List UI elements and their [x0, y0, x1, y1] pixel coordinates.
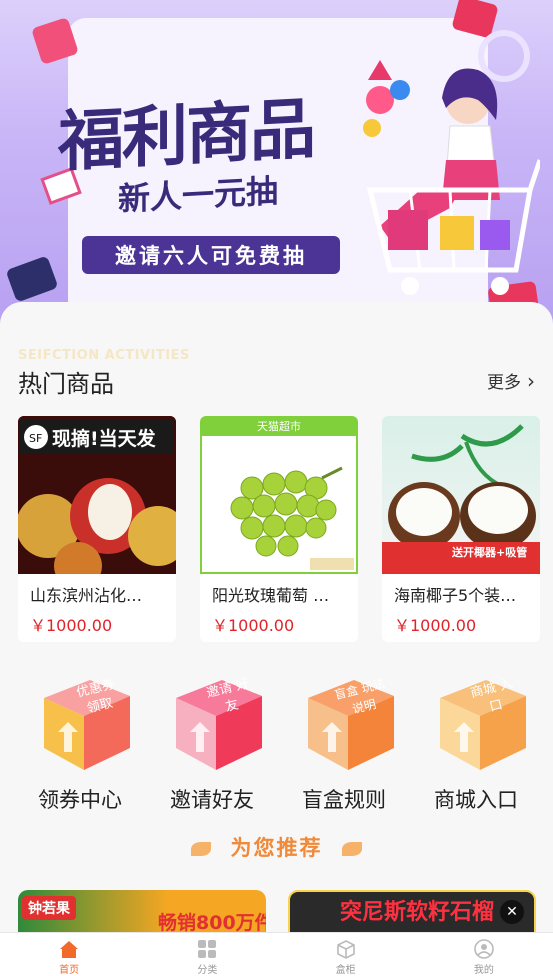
- product-price: ￥1000.00: [394, 616, 477, 635]
- product-card[interactable]: 天猫超市 阳光玫瑰葡萄 … ￥1000.00: [200, 416, 358, 642]
- product-image-caption: 送开椰器+吸管: [452, 546, 528, 559]
- product-name: 阳光玫瑰葡萄 …: [212, 586, 330, 605]
- product-image-caption: 天猫超市: [202, 418, 356, 436]
- leaf-icon: [341, 842, 362, 856]
- bottom-tab-bar: 首页 分类 盒柜 我的: [0, 932, 553, 976]
- user-icon: [474, 939, 494, 959]
- close-icon[interactable]: ✕: [500, 900, 524, 924]
- invite-banner-button[interactable]: 邀请六人可免费抽: [82, 236, 340, 274]
- promo-text: 突尼斯软籽石榴: [340, 900, 495, 925]
- palette-icon: [5, 255, 59, 303]
- hero-banner[interactable]: 福利商品 新人一元抽 邀请六人可免费抽: [0, 0, 553, 330]
- leaf-icon: [191, 842, 212, 856]
- box-icon: [336, 940, 355, 959]
- promo-text: 畅销800万件: [158, 912, 266, 934]
- home-icon: [60, 941, 79, 958]
- section-english-label: SEIFCTION ACTIVITIES: [18, 348, 190, 363]
- brand-badge: 钟若果: [22, 896, 76, 920]
- tab-home[interactable]: 首页: [0, 933, 138, 976]
- tab-category[interactable]: 分类: [138, 933, 276, 976]
- shortcut-label: 领券中心: [38, 788, 122, 812]
- grid-icon: [198, 940, 217, 958]
- recommend-header: 为您推荐: [0, 832, 553, 862]
- tab-box[interactable]: 盒柜: [277, 933, 415, 976]
- product-image-caption: 现摘!当天发: [52, 428, 156, 450]
- product-name: 山东滨州沾化…: [30, 586, 143, 605]
- more-button[interactable]: 更多 ›: [487, 368, 535, 394]
- product-price: ￥1000.00: [30, 616, 113, 635]
- banner-subtitle: 新人一元抽: [118, 171, 279, 219]
- mall-entry[interactable]: 商城 入口 商城入口: [410, 662, 542, 812]
- product-card[interactable]: SF 现摘!当天发 山东滨州沾化… ￥1000.00: [18, 416, 176, 642]
- invite-friends-entry[interactable]: 邀请 好友 邀请好友: [146, 662, 278, 812]
- product-image: 天猫超市: [200, 416, 358, 574]
- content-sheet: SEIFCTION ACTIVITIES 热门商品 更多 › SF 现摘!当天发…: [0, 302, 553, 950]
- blindbox-rules-entry[interactable]: 盲盒 玩法说明 盲盒规则: [278, 662, 410, 812]
- product-name: 海南椰子5个装…: [394, 586, 517, 605]
- product-card[interactable]: 送开椰器+吸管 海南椰子5个装… ￥1000.00: [382, 416, 540, 642]
- product-image: SF 现摘!当天发: [18, 416, 176, 574]
- shortcut-label: 邀请好友: [170, 788, 254, 812]
- section-title: 热门商品: [18, 370, 114, 398]
- coupon-center-entry[interactable]: 优惠券 领取 领券中心: [14, 662, 146, 812]
- tab-label: 我的: [473, 965, 494, 976]
- chevron-right-icon: ›: [527, 368, 535, 393]
- more-label: 更多: [487, 373, 521, 393]
- tab-label: 分类: [197, 965, 218, 976]
- shortcut-label: 盲盒规则: [302, 788, 386, 812]
- tab-label: 盒柜: [335, 965, 356, 976]
- grape-image: [230, 466, 354, 570]
- shortcut-label: 商城入口: [434, 788, 518, 812]
- product-image: 送开椰器+吸管: [382, 416, 540, 574]
- tab-label: 首页: [59, 965, 80, 976]
- tab-mine[interactable]: 我的: [415, 933, 553, 976]
- product-price: ￥1000.00: [212, 616, 295, 635]
- shopping-girl-illustration: [363, 60, 540, 295]
- svg-text:SF: SF: [29, 432, 42, 445]
- recommend-title: 为您推荐: [230, 836, 323, 860]
